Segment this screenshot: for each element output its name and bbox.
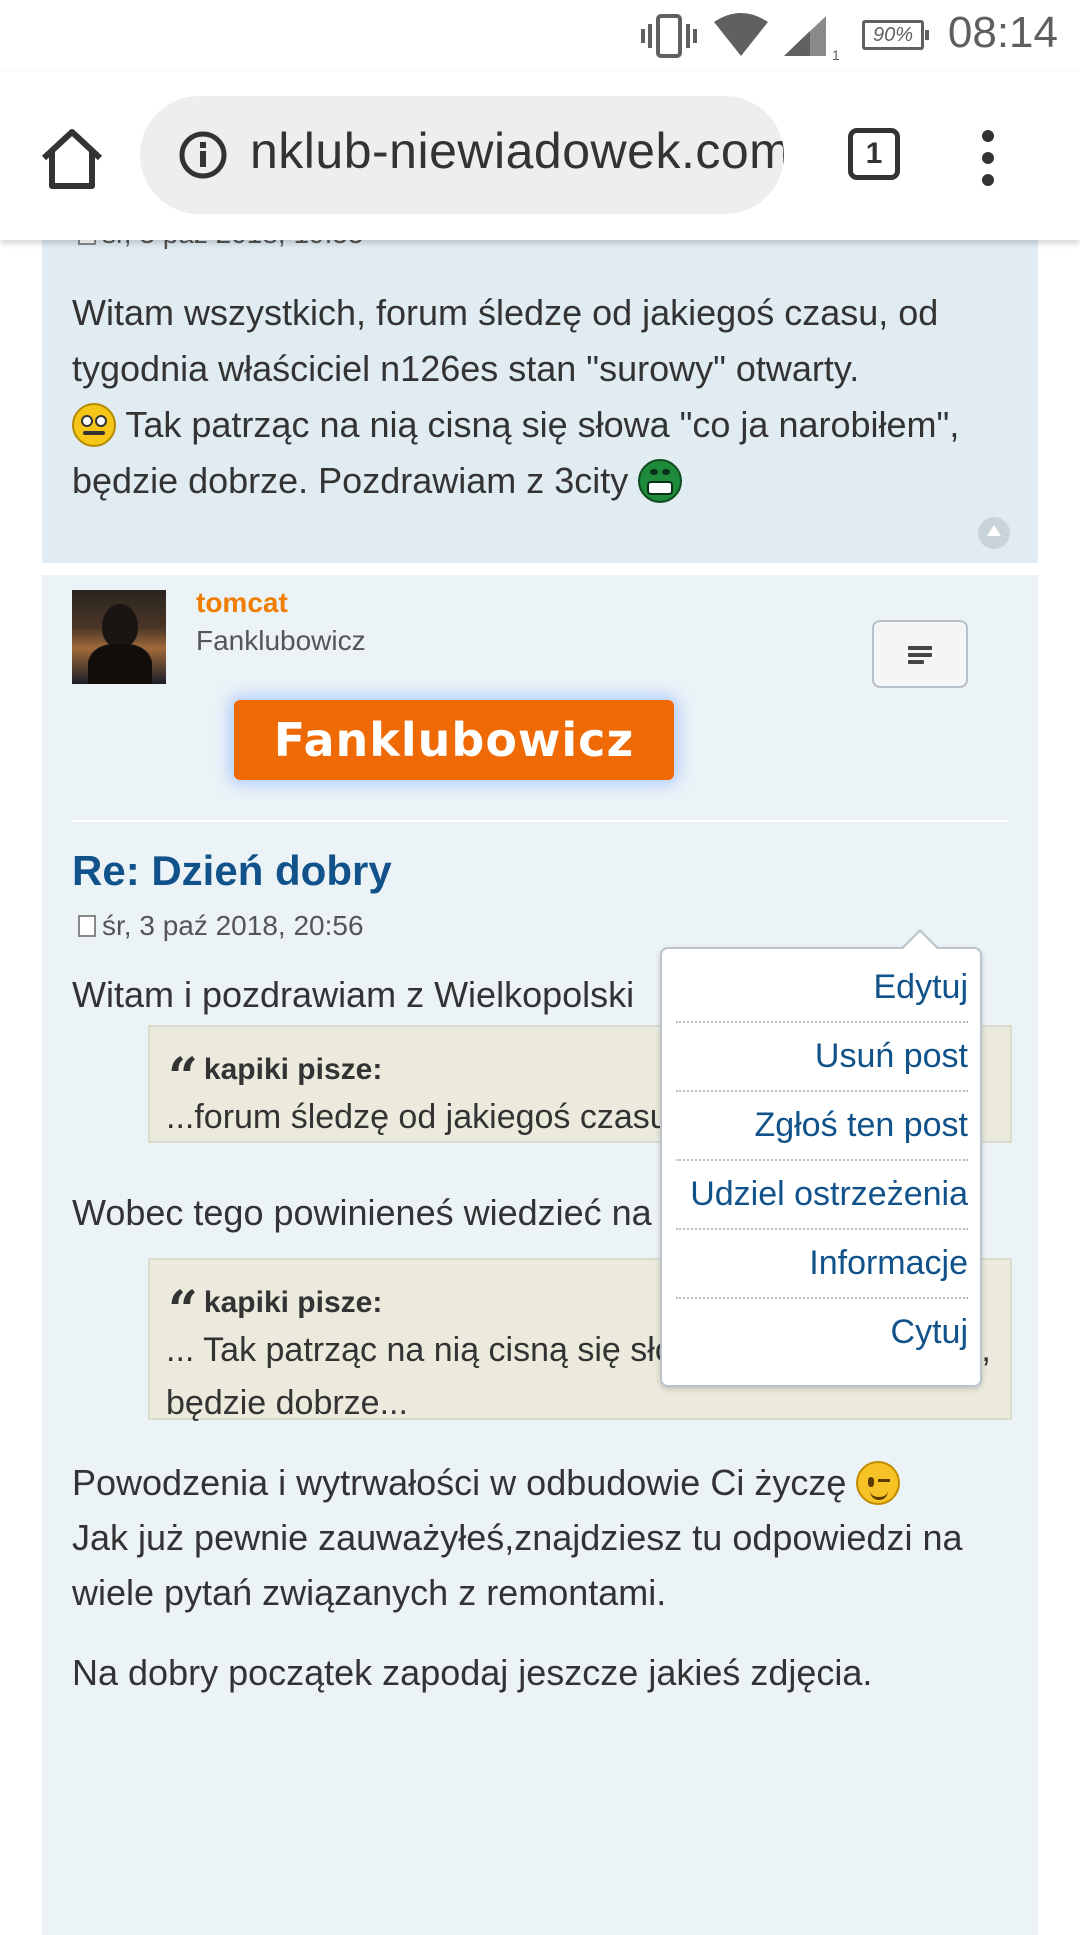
url-text[interactable]: nklub-niewiadowek.com — [250, 122, 784, 180]
cell-signal-icon: 1 — [782, 10, 844, 62]
menu-item-warn[interactable]: Udziel ostrzeżenia — [676, 1160, 968, 1228]
post-body: Witam wszystkich, forum śledzę od jakieg… — [72, 285, 1022, 509]
post-menu-button[interactable] — [872, 620, 968, 688]
post-title[interactable]: Re: Dzień dobry — [72, 847, 392, 895]
divider — [72, 820, 1008, 822]
menu-item-info[interactable]: Informacje — [676, 1229, 968, 1297]
battery-icon: 90% — [862, 20, 929, 50]
post-date: śr, 3 paź 2018, 20:56 — [78, 910, 364, 942]
wink-smiley-icon — [856, 1461, 901, 1505]
overflow-menu-icon[interactable] — [982, 130, 996, 190]
menu-item-delete[interactable]: Usuń post — [676, 1022, 968, 1090]
author-rank: Fanklubowicz — [196, 625, 366, 656]
rank-banner: Fanklubowicz — [234, 700, 674, 780]
home-icon[interactable] — [38, 124, 106, 192]
menu-item-quote[interactable]: Cytuj — [676, 1298, 968, 1366]
tabs-icon[interactable]: 1 — [848, 128, 900, 180]
author-name[interactable]: tomcat — [196, 587, 288, 619]
wifi-icon — [712, 10, 770, 62]
menu-item-report[interactable]: Zgłoś ten post — [676, 1091, 968, 1159]
eek-smiley-icon — [72, 403, 116, 447]
previous-post: śr, 3 paź 2018, 19:55 Witam wszystkich, … — [42, 218, 1038, 563]
back-to-top-icon[interactable] — [978, 517, 1010, 549]
post-text: Tak patrząc na nią cisną się słowa "co j… — [72, 404, 960, 501]
post-text: Witam wszystkich, forum śledzę od jakieg… — [72, 292, 939, 389]
svg-text:1: 1 — [832, 47, 840, 62]
status-bar: 1 90% 08:14 — [0, 0, 1080, 72]
post-paragraph: Powodzenia i wytrwałości w odbudowie Ci … — [72, 1461, 963, 1613]
page-content: śr, 3 paź 2018, 19:55 Witam wszystkich, … — [0, 218, 1080, 1935]
clock: 08:14 — [947, 8, 1058, 57]
browser-toolbar: nklub-niewiadowek.com 1 — [0, 72, 1080, 240]
avatar[interactable] — [72, 590, 166, 684]
info-icon[interactable] — [178, 130, 228, 180]
grin-smiley-icon — [638, 459, 683, 503]
post-paragraph: Na dobry początek zapodaj jeszcze jakieś… — [72, 1652, 873, 1693]
post-actions-dropdown: Edytuj Usuń post Zgłoś ten post Udziel o… — [660, 929, 982, 1387]
post-icon[interactable] — [78, 915, 96, 937]
address-bar[interactable]: nklub-niewiadowek.com — [140, 96, 784, 214]
menu-item-edit[interactable]: Edytuj — [676, 953, 969, 1021]
vibrate-icon — [640, 10, 700, 62]
